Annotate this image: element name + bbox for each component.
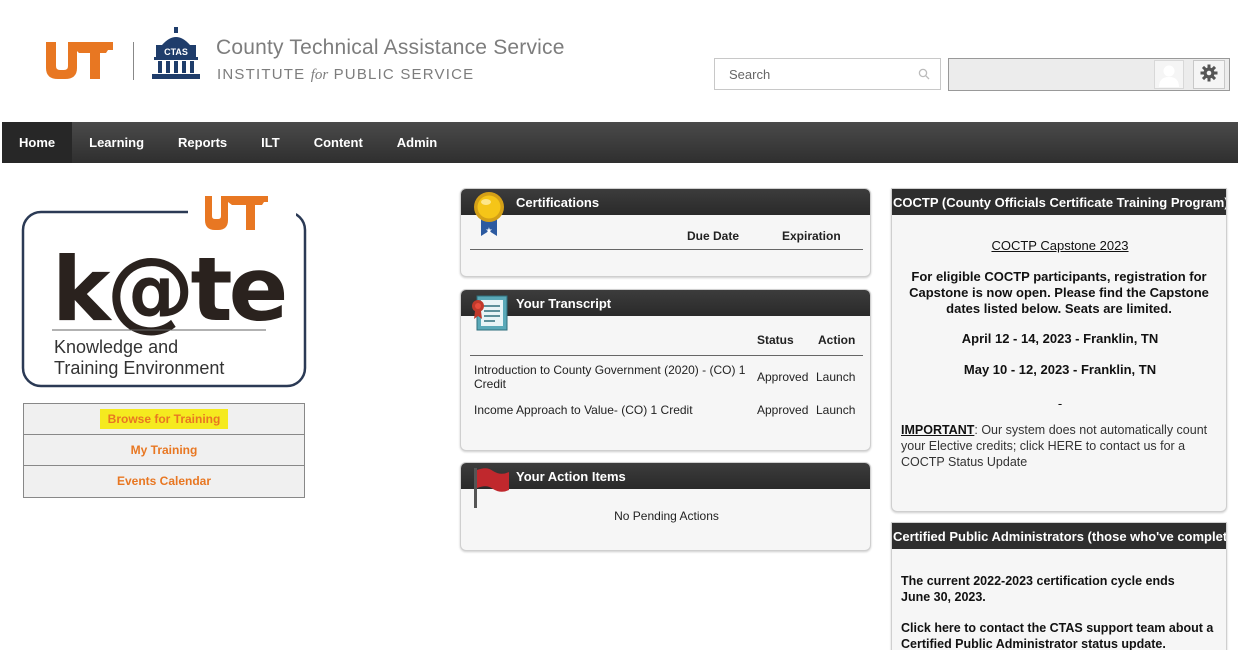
action-items-title: Your Action Items [461,463,870,489]
transcript-icon [469,292,511,335]
coctp-dash: - [1057,396,1063,411]
cert-col-expiration: Expiration [782,229,841,243]
search-icon[interactable] [918,68,930,83]
no-pending-actions: No Pending Actions [614,509,719,523]
nav-content[interactable]: Content [297,122,380,163]
org-subtitle-part-2: PUBLIC SERVICE [333,66,475,83]
certifications-title: Certifications [461,189,870,215]
nav-home[interactable]: Home [2,122,73,163]
transcript-row-2-status: Approved [757,403,809,417]
flag-icon [471,466,511,511]
coctp-date-2: May 10 - 12, 2023 - Franklin, TN [963,362,1157,377]
gear-icon [1200,64,1218,85]
medal-icon: ★ [470,190,508,241]
transcript-row-1-launch[interactable]: Launch [816,370,855,384]
org-subtitle-for: for [310,67,329,83]
search-input[interactable] [715,59,905,89]
nav-learning[interactable]: Learning [72,122,161,163]
certifications-panel: Certifications ★ Due Date Expiration [460,188,871,277]
menu-browse-label: Browse for Training [99,409,229,429]
kate-logo: k@te Knowledge and Training Environment [18,190,310,390]
transcript-row-2-course[interactable]: Income Approach to Value- (CO) 1 Credit [474,403,752,417]
transcript-row-1-status: Approved [757,370,809,384]
logo-divider [133,42,134,80]
cert-header-divider [470,249,863,250]
org-subtitle-part-1: INSTITUTE [217,66,306,83]
avatar[interactable] [1154,60,1184,89]
cpa-contact-link[interactable]: Click here to contact the CTAS support t… [901,620,1221,650]
coctp-title: COCTP (County Officials Certificate Trai… [892,189,1226,215]
coctp-intro: For eligible COCTP participants, registr… [909,269,1209,316]
coctp-capstone-link-text: COCTP Capstone 2023 [991,238,1129,253]
nav-admin[interactable]: Admin [380,122,454,163]
org-name: County Technical Assistance Service [216,36,565,59]
nav-ilt[interactable]: ILT [244,122,297,163]
kate-tagline-2: Training Environment [54,358,224,378]
transcript-header-divider [470,355,863,356]
user-bar [948,58,1230,91]
kate-logo-word: k@te [52,238,285,341]
svg-text:★: ★ [485,226,492,235]
settings-button[interactable] [1193,60,1225,89]
cpa-title: Certified Public Administrators (those w… [892,523,1226,549]
action-items-panel: Your Action Items No Pending Actions [460,462,871,551]
cert-col-due-date: Due Date [687,229,740,243]
menu-browse-for-training[interactable]: Browse for Training [24,404,304,435]
cpa-cycle-text: The current 2022-2023 certification cycl… [901,574,1175,604]
cpa-panel: Certified Public Administrators (those w… [891,522,1227,650]
transcript-row-1-course[interactable]: Introduction to County Government (2020)… [474,363,752,391]
header: CTAS County Technical Assistance Service… [0,0,1247,120]
org-subtitle: INSTITUTE for PUBLIC SERVICE [217,66,474,84]
menu-my-training[interactable]: My Training [24,435,304,466]
search-box [714,58,941,90]
menu-events-calendar[interactable]: Events Calendar [24,466,304,497]
coctp-panel: COCTP (County Officials Certificate Trai… [891,188,1227,512]
ut-logo[interactable] [46,40,114,83]
coctp-date-1: April 12 - 14, 2023 - Franklin, TN [961,331,1159,346]
transcript-col-action: Action [818,333,856,347]
nav-reports[interactable]: Reports [161,122,244,163]
coctp-important[interactable]: IMPORTANT: Our system does not automatic… [901,422,1219,470]
kate-tagline-1: Knowledge and [54,337,178,357]
main-nav: Home Learning Reports ILT Content Admin [2,122,1238,163]
transcript-col-status: Status [757,333,794,347]
coctp-important-label: IMPORTANT [901,423,975,437]
transcript-title: Your Transcript [461,290,870,316]
coctp-capstone-link[interactable]: COCTP Capstone 2023 [892,238,1226,253]
left-menu: Browse for Training My Training Events C… [23,403,305,498]
transcript-row-2-launch[interactable]: Launch [816,403,855,417]
ctas-badge-text: CTAS [164,47,188,57]
ctas-logo-icon[interactable]: CTAS [150,27,202,84]
transcript-panel: Your Transcript Status Action Introducti… [460,289,871,451]
